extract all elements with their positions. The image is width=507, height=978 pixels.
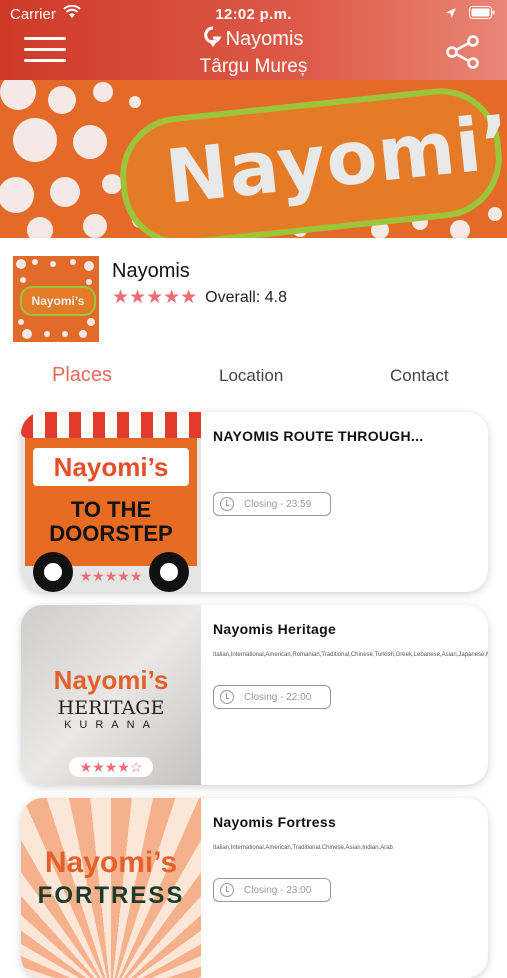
truck-text-line: DOORSTEP [49, 521, 173, 546]
place-name: Nayomis Fortress [213, 814, 337, 830]
share-button[interactable] [445, 34, 481, 70]
closing-badge: Closing - 23:00 [213, 878, 331, 902]
cover-banner: Nayomi’s [0, 80, 507, 238]
closing-time: Closing - 22:00 [244, 691, 312, 703]
header-city: Târgu Mureș [199, 56, 308, 77]
place-image: Nayomi’s HERITAGE KURANA ★★★★☆ [21, 605, 201, 785]
place-cuisines: Italian,International,American,Romanian,… [213, 652, 488, 658]
truck-awning [21, 412, 201, 438]
banner-logo-text: Nayomi’s [161, 94, 507, 221]
tab-location[interactable]: Location [219, 366, 283, 386]
place-image: Nayomi’s TO THE DOORSTEP ★★★★★ [21, 412, 201, 592]
business-logo-text: Nayomi’s [20, 286, 96, 316]
battery-icon [469, 6, 495, 23]
rating-stars: ★★★★★ [112, 287, 198, 308]
share-icon [445, 35, 481, 74]
business-rating: ★★★★★ Overall: 4.8 [112, 286, 287, 309]
place-rating-stars: ★★★★☆ [69, 757, 153, 777]
truck-text: TO THE DOORSTEP [25, 498, 197, 546]
clock-icon [220, 497, 234, 511]
place-card[interactable]: Nayomi’s FORTRESS Nayomis Fortress Itali… [21, 798, 488, 978]
closing-badge: Closing - 23:59 [213, 492, 331, 516]
truck-wheel [33, 552, 73, 592]
header-brand: Nayomis [225, 28, 304, 50]
business-info: Nayomi’s Nayomis ★★★★★ Overall: 4.8 [0, 238, 507, 348]
truck-wheel [149, 552, 189, 592]
truck-sign: Nayomi’s [33, 448, 189, 486]
place-image: Nayomi’s FORTRESS [21, 798, 201, 978]
location-arrow-icon [445, 6, 457, 23]
overall-rating: Overall: 4.8 [205, 288, 287, 306]
business-name: Nayomis [112, 260, 190, 282]
truck-graphic: Nayomi’s TO THE DOORSTEP [25, 438, 197, 566]
place-name: Nayomis Heritage [213, 621, 337, 637]
place-card[interactable]: Nayomi’s HERITAGE KURANA ★★★★☆ Nayomis H… [21, 605, 488, 785]
status-time: 12:02 p.m. [215, 6, 292, 23]
tab-bar: Places Location Contact [0, 358, 507, 398]
clock-icon [220, 883, 234, 897]
image-subtitle-text: KURANA [64, 719, 158, 731]
business-logo: Nayomi’s [13, 256, 99, 342]
closing-time: Closing - 23:00 [244, 884, 312, 896]
tab-contact[interactable]: Contact [390, 366, 449, 386]
clock-icon [220, 690, 234, 704]
image-title-text: HERITAGE [57, 697, 165, 719]
place-cuisines: Italian,International,American,Tradition… [213, 845, 393, 851]
place-rating-stars: ★★★★★ [79, 568, 143, 584]
header-brand-row: Nayomis [0, 26, 507, 54]
tab-places[interactable]: Places [52, 364, 112, 387]
image-brand-text: Nayomi’s [53, 665, 169, 695]
truck-text-line: TO THE [70, 497, 152, 522]
status-bar: Carrier 12:02 p.m. [0, 0, 507, 28]
image-brand-text: Nayomi’s [44, 846, 178, 879]
closing-time: Closing - 23:59 [244, 498, 312, 510]
place-name: NAYOMIS ROUTE THROUGH... [213, 428, 424, 444]
place-card[interactable]: Nayomi’s TO THE DOORSTEP ★★★★★ NAYOMIS R… [21, 412, 488, 592]
brand-g-icon [203, 26, 222, 54]
header-title: Nayomis Târgu Mureș [0, 26, 507, 78]
status-right [445, 6, 495, 23]
image-title-text: FORTRESS [37, 882, 185, 909]
closing-badge: Closing - 22:00 [213, 685, 331, 709]
